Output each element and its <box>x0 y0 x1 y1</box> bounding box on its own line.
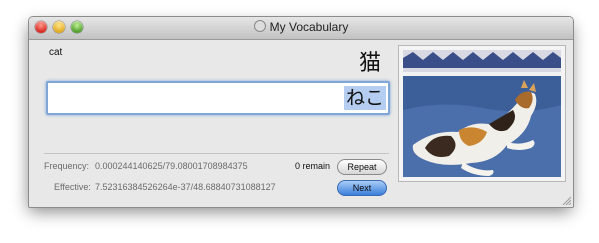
answer-field[interactable]: ねこ <box>46 81 390 115</box>
english-word: cat <box>49 47 63 58</box>
repeat-button[interactable]: Repeat <box>337 159 387 175</box>
remaining-count: 0 remain <box>295 161 331 171</box>
answer-input[interactable] <box>52 86 336 110</box>
image-well <box>398 45 566 182</box>
window-title-text: My Vocabulary <box>269 20 349 34</box>
frequency-value: 0.000244140625/79.08001708984375 <box>95 161 248 171</box>
effective-label: Effective: <box>54 182 91 192</box>
title-bar[interactable]: My Vocabulary <box>29 17 573 40</box>
kana-reading: ねこ <box>343 86 386 110</box>
cat-photo <box>403 50 561 177</box>
divider <box>44 153 389 154</box>
cat-photo-illustration <box>403 50 561 177</box>
next-button[interactable]: Next <box>337 180 387 196</box>
window-title: My Vocabulary <box>29 20 573 34</box>
app-window: My Vocabulary cat 猫 ねこ Frequency: 0.0002… <box>28 16 574 208</box>
document-icon <box>253 20 266 32</box>
effective-value: 7.52316384526264e-37/48.68840731088127 <box>95 182 276 192</box>
frequency-label: Frequency: <box>44 161 90 171</box>
kanji-word: 猫 <box>359 51 382 76</box>
resize-grip-icon[interactable] <box>561 195 571 205</box>
